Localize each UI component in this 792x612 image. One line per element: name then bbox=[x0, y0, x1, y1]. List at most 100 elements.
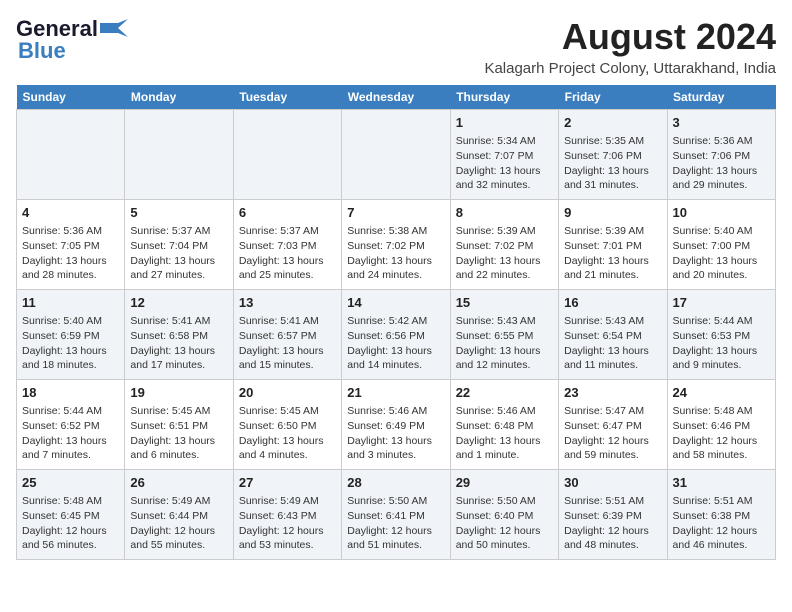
day-number: 5 bbox=[130, 204, 227, 222]
day-cell: 31Sunrise: 5:51 AM Sunset: 6:38 PM Dayli… bbox=[667, 470, 775, 560]
day-cell: 18 Sunrise: 5:44 AM Sunset: 6:52 PM Dayli… bbox=[17, 380, 125, 470]
day-cell: 14 Sunrise: 5:42 AM Sunset: 6:56 PM Dayli… bbox=[342, 290, 450, 380]
day-cell: 13 Sunrise: 5:41 AM Sunset: 6:57 PM Dayli… bbox=[233, 290, 341, 380]
day-cell: 6 Sunrise: 5:37 AM Sunset: 7:03 PM Daylig… bbox=[233, 200, 341, 290]
day-cell bbox=[233, 110, 341, 200]
day-cell: 2Sunrise: 5:35 AM Sunset: 7:06 PM Daylig… bbox=[559, 110, 667, 200]
day-cell: 29Sunrise: 5:50 AM Sunset: 6:40 PM Dayli… bbox=[450, 470, 558, 560]
day-cell: 1 Sunrise: 5:34 AM Sunset: 7:07 PM Daylig… bbox=[450, 110, 558, 200]
day-number: 16 bbox=[564, 294, 661, 312]
day-cell: 17 Sunrise: 5:44 AM Sunset: 6:53 PM Dayli… bbox=[667, 290, 775, 380]
header-tuesday: Tuesday bbox=[233, 85, 341, 110]
day-number: 14 bbox=[347, 294, 444, 312]
day-cell bbox=[342, 110, 450, 200]
day-cell: 26Sunrise: 5:49 AM Sunset: 6:44 PM Dayli… bbox=[125, 470, 233, 560]
logo-icon bbox=[100, 19, 128, 37]
day-cell: 30Sunrise: 5:51 AM Sunset: 6:39 PM Dayli… bbox=[559, 470, 667, 560]
header-saturday: Saturday bbox=[667, 85, 775, 110]
day-cell: 15Sunrise: 5:43 AM Sunset: 6:55 PM Dayli… bbox=[450, 290, 558, 380]
day-info: Sunrise: 5:46 AM Sunset: 6:49 PM Dayligh… bbox=[347, 404, 444, 463]
day-info: Sunrise: 5:37 AM Sunset: 7:04 PM Dayligh… bbox=[130, 224, 227, 283]
day-number: 7 bbox=[347, 204, 444, 222]
week-row-5: 25 Sunrise: 5:48 AM Sunset: 6:45 PM Dayli… bbox=[17, 470, 776, 560]
day-info: Sunrise: 5:48 AM Sunset: 6:46 PM Dayligh… bbox=[673, 404, 770, 463]
day-number: 15 bbox=[456, 294, 553, 312]
day-info: Sunrise: 5:36 AM Sunset: 7:05 PM Dayligh… bbox=[22, 224, 119, 283]
day-number: 8 bbox=[456, 204, 553, 222]
day-number: 25 bbox=[22, 474, 119, 492]
day-number: 13 bbox=[239, 294, 336, 312]
day-cell: 12 Sunrise: 5:41 AM Sunset: 6:58 PM Dayli… bbox=[125, 290, 233, 380]
day-cell: 16Sunrise: 5:43 AM Sunset: 6:54 PM Dayli… bbox=[559, 290, 667, 380]
day-number: 3 bbox=[673, 114, 770, 132]
week-row-2: 4 Sunrise: 5:36 AM Sunset: 7:05 PM Daylig… bbox=[17, 200, 776, 290]
week-row-1: 1 Sunrise: 5:34 AM Sunset: 7:07 PM Daylig… bbox=[17, 110, 776, 200]
day-cell: 3 Sunrise: 5:36 AM Sunset: 7:06 PM Daylig… bbox=[667, 110, 775, 200]
day-info: Sunrise: 5:37 AM Sunset: 7:03 PM Dayligh… bbox=[239, 224, 336, 283]
day-info: Sunrise: 5:42 AM Sunset: 6:56 PM Dayligh… bbox=[347, 314, 444, 373]
day-info: Sunrise: 5:41 AM Sunset: 6:58 PM Dayligh… bbox=[130, 314, 227, 373]
calendar-header-row: SundayMondayTuesdayWednesdayThursdayFrid… bbox=[17, 85, 776, 110]
day-cell: 27Sunrise: 5:49 AM Sunset: 6:43 PM Dayli… bbox=[233, 470, 341, 560]
day-number: 4 bbox=[22, 204, 119, 222]
day-cell: 7 Sunrise: 5:38 AM Sunset: 7:02 PM Daylig… bbox=[342, 200, 450, 290]
main-title: August 2024 bbox=[484, 16, 776, 58]
day-number: 17 bbox=[673, 294, 770, 312]
day-info: Sunrise: 5:51 AM Sunset: 6:39 PM Dayligh… bbox=[564, 494, 661, 553]
day-cell: 11 Sunrise: 5:40 AM Sunset: 6:59 PM Dayli… bbox=[17, 290, 125, 380]
header-wednesday: Wednesday bbox=[342, 85, 450, 110]
day-cell: 21Sunrise: 5:46 AM Sunset: 6:49 PM Dayli… bbox=[342, 380, 450, 470]
header-friday: Friday bbox=[559, 85, 667, 110]
day-number: 2 bbox=[564, 114, 661, 132]
day-number: 23 bbox=[564, 384, 661, 402]
day-cell: 19 Sunrise: 5:45 AM Sunset: 6:51 PM Dayli… bbox=[125, 380, 233, 470]
day-cell: 5 Sunrise: 5:37 AM Sunset: 7:04 PM Daylig… bbox=[125, 200, 233, 290]
day-number: 11 bbox=[22, 294, 119, 312]
logo: General Blue bbox=[16, 16, 128, 64]
day-number: 22 bbox=[456, 384, 553, 402]
day-info: Sunrise: 5:44 AM Sunset: 6:53 PM Dayligh… bbox=[673, 314, 770, 373]
day-cell: 10 Sunrise: 5:40 AM Sunset: 7:00 PM Dayli… bbox=[667, 200, 775, 290]
day-info: Sunrise: 5:48 AM Sunset: 6:45 PM Dayligh… bbox=[22, 494, 119, 553]
day-info: Sunrise: 5:46 AM Sunset: 6:48 PM Dayligh… bbox=[456, 404, 553, 463]
header-sunday: Sunday bbox=[17, 85, 125, 110]
day-info: Sunrise: 5:34 AM Sunset: 7:07 PM Dayligh… bbox=[456, 134, 553, 193]
subtitle: Kalagarh Project Colony, Uttarakhand, In… bbox=[484, 60, 776, 77]
day-number: 10 bbox=[673, 204, 770, 222]
day-cell: 24 Sunrise: 5:48 AM Sunset: 6:46 PM Dayli… bbox=[667, 380, 775, 470]
day-info: Sunrise: 5:50 AM Sunset: 6:40 PM Dayligh… bbox=[456, 494, 553, 553]
header-thursday: Thursday bbox=[450, 85, 558, 110]
day-info: Sunrise: 5:49 AM Sunset: 6:44 PM Dayligh… bbox=[130, 494, 227, 553]
day-number: 9 bbox=[564, 204, 661, 222]
day-number: 31 bbox=[673, 474, 770, 492]
day-info: Sunrise: 5:36 AM Sunset: 7:06 PM Dayligh… bbox=[673, 134, 770, 193]
day-cell bbox=[17, 110, 125, 200]
day-number: 24 bbox=[673, 384, 770, 402]
day-info: Sunrise: 5:45 AM Sunset: 6:50 PM Dayligh… bbox=[239, 404, 336, 463]
header-monday: Monday bbox=[125, 85, 233, 110]
day-cell: 20 Sunrise: 5:45 AM Sunset: 6:50 PM Dayli… bbox=[233, 380, 341, 470]
day-number: 12 bbox=[130, 294, 227, 312]
day-number: 28 bbox=[347, 474, 444, 492]
week-row-3: 11 Sunrise: 5:40 AM Sunset: 6:59 PM Dayli… bbox=[17, 290, 776, 380]
day-info: Sunrise: 5:40 AM Sunset: 7:00 PM Dayligh… bbox=[673, 224, 770, 283]
title-block: August 2024 Kalagarh Project Colony, Utt… bbox=[484, 16, 776, 77]
day-info: Sunrise: 5:44 AM Sunset: 6:52 PM Dayligh… bbox=[22, 404, 119, 463]
day-info: Sunrise: 5:47 AM Sunset: 6:47 PM Dayligh… bbox=[564, 404, 661, 463]
day-info: Sunrise: 5:40 AM Sunset: 6:59 PM Dayligh… bbox=[22, 314, 119, 373]
day-info: Sunrise: 5:45 AM Sunset: 6:51 PM Dayligh… bbox=[130, 404, 227, 463]
day-number: 18 bbox=[22, 384, 119, 402]
page-header: General Blue August 2024 Kalagarh Projec… bbox=[16, 16, 776, 77]
day-number: 20 bbox=[239, 384, 336, 402]
day-number: 19 bbox=[130, 384, 227, 402]
day-info: Sunrise: 5:39 AM Sunset: 7:02 PM Dayligh… bbox=[456, 224, 553, 283]
logo-blue: Blue bbox=[18, 38, 66, 64]
day-info: Sunrise: 5:39 AM Sunset: 7:01 PM Dayligh… bbox=[564, 224, 661, 283]
day-info: Sunrise: 5:41 AM Sunset: 6:57 PM Dayligh… bbox=[239, 314, 336, 373]
day-info: Sunrise: 5:38 AM Sunset: 7:02 PM Dayligh… bbox=[347, 224, 444, 283]
day-number: 6 bbox=[239, 204, 336, 222]
day-info: Sunrise: 5:50 AM Sunset: 6:41 PM Dayligh… bbox=[347, 494, 444, 553]
day-number: 1 bbox=[456, 114, 553, 132]
day-cell: 4 Sunrise: 5:36 AM Sunset: 7:05 PM Daylig… bbox=[17, 200, 125, 290]
day-cell bbox=[125, 110, 233, 200]
